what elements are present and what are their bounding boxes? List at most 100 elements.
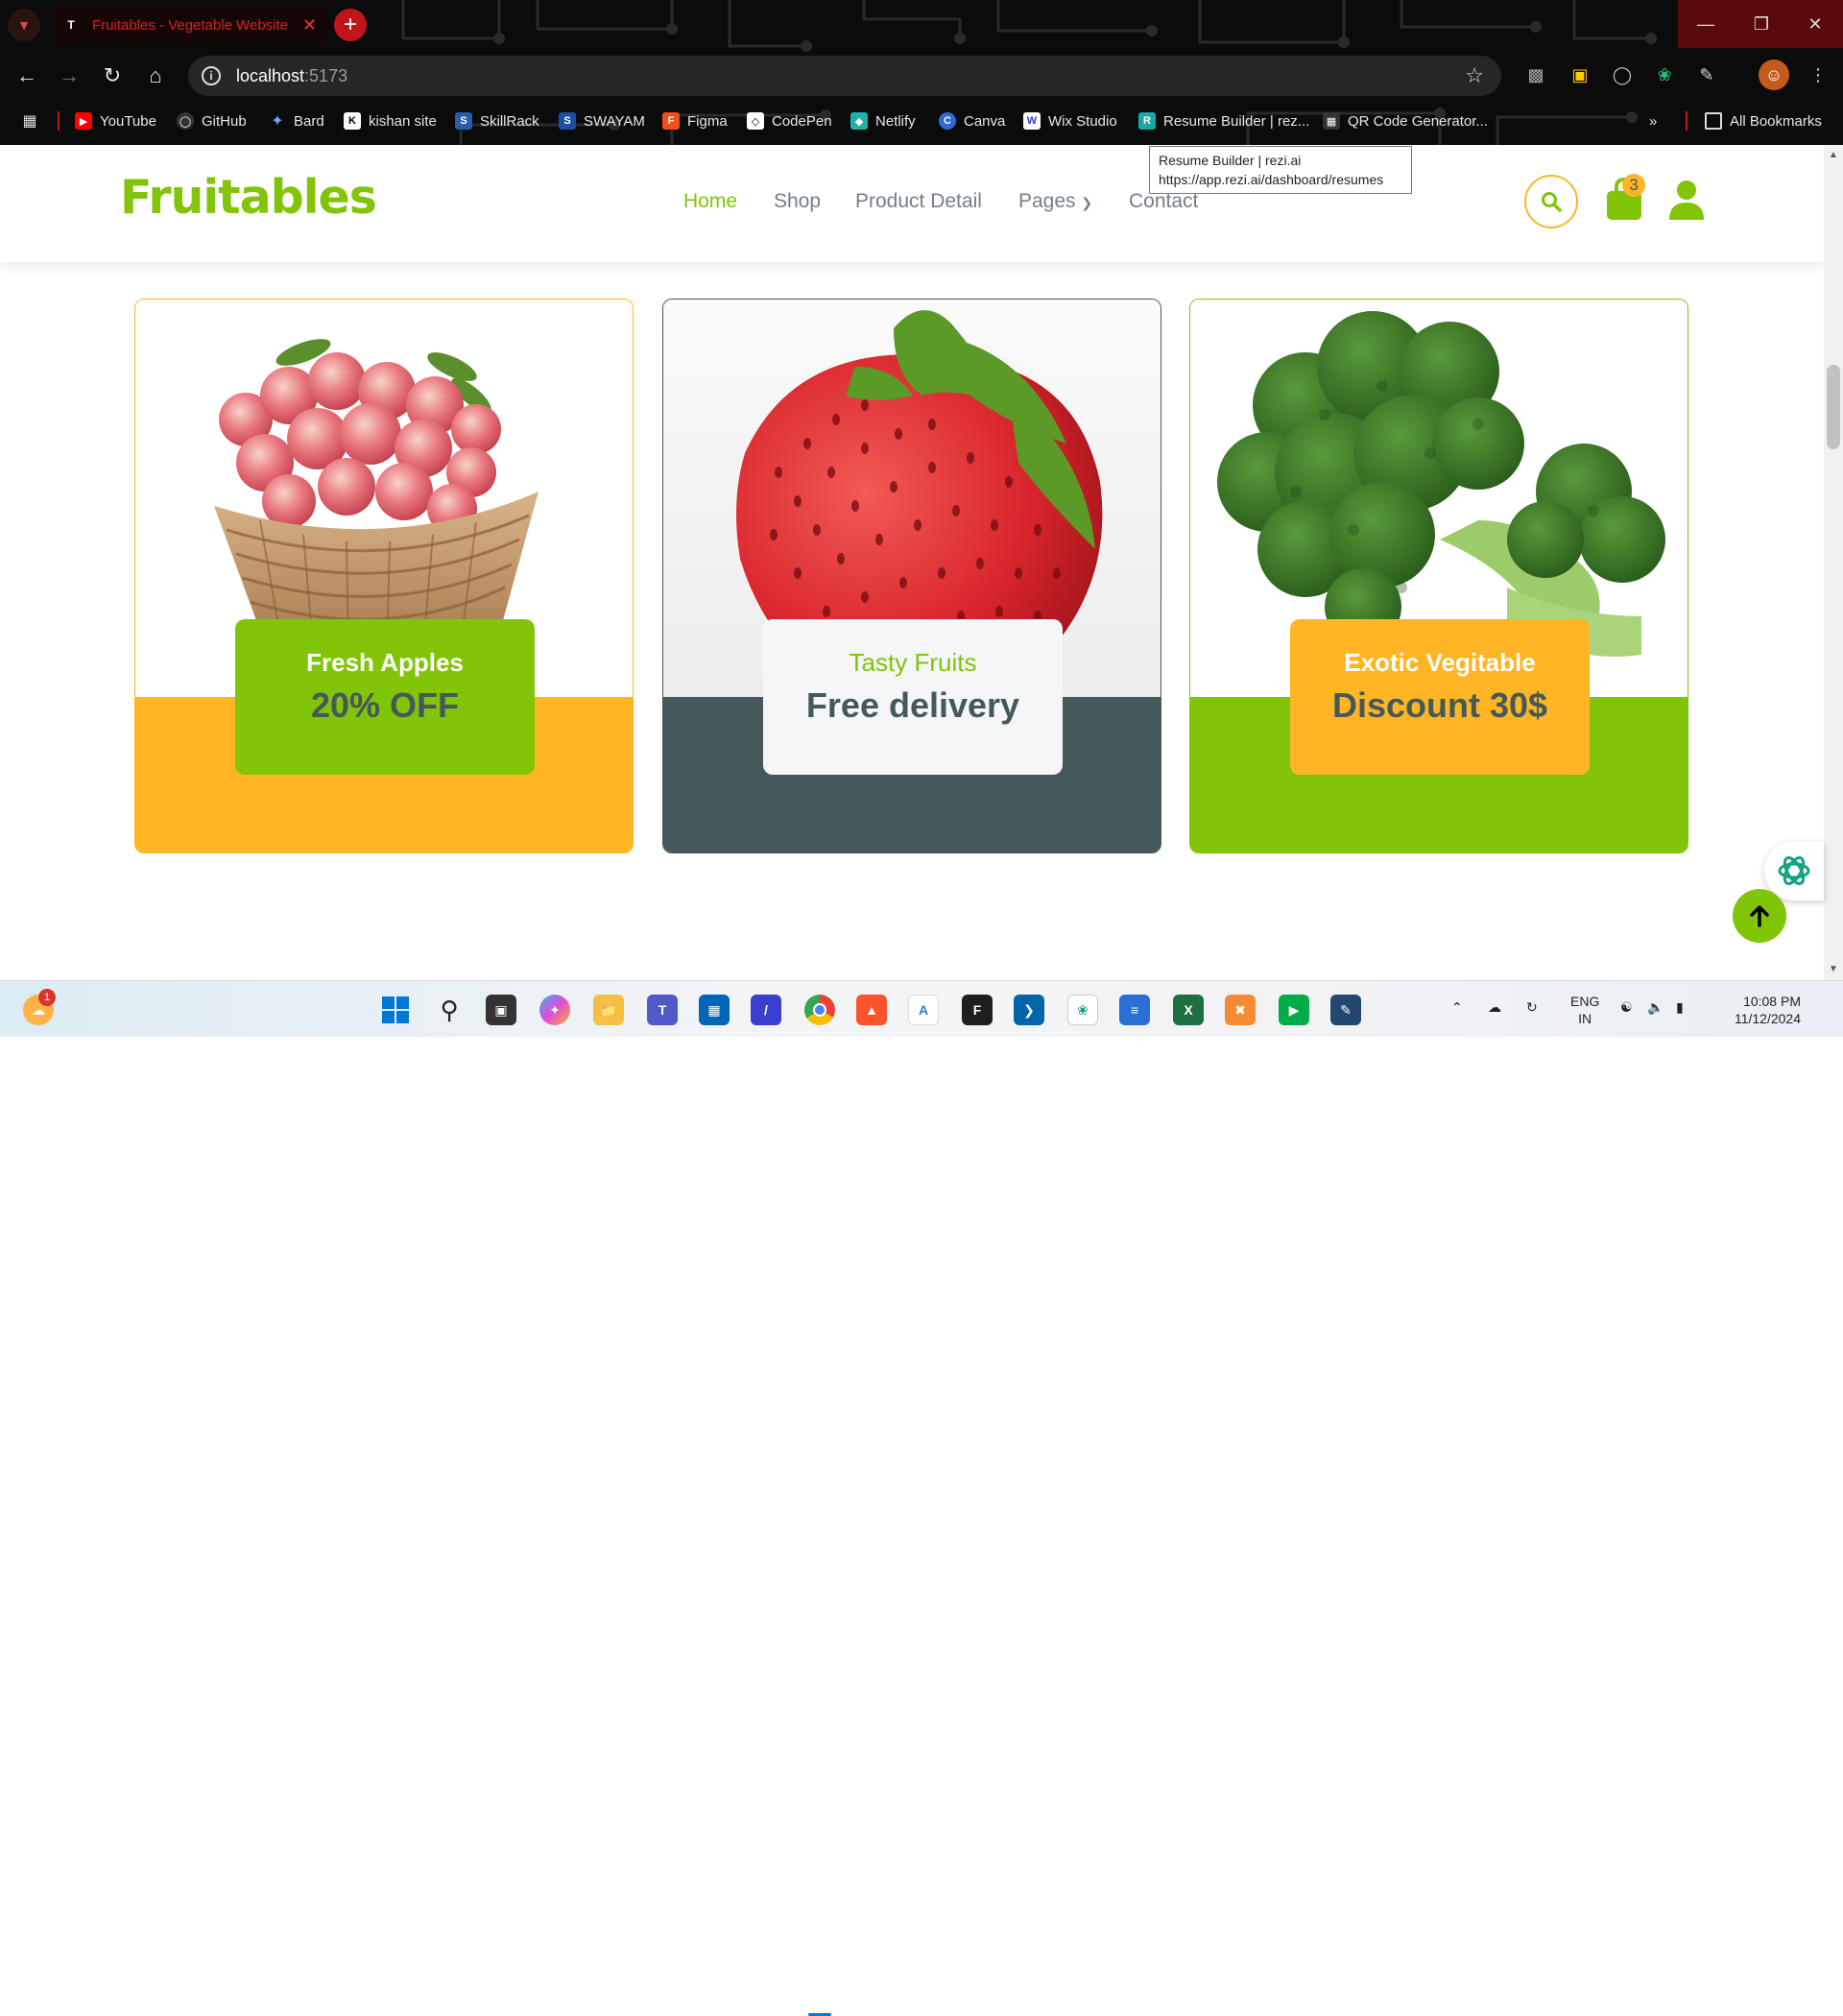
close-window-button[interactable]: ✕ (1787, 0, 1843, 48)
extension-icon[interactable]: ▩ (1522, 61, 1549, 88)
show-hidden-icons[interactable]: ⌃ (1451, 998, 1463, 1016)
forward-icon[interactable]: → (52, 59, 86, 93)
meet-icon[interactable]: ▶ (1279, 995, 1309, 1025)
notepad-icon[interactable]: ≡ (1119, 995, 1150, 1025)
task-view-icon[interactable]: ▣ (486, 995, 516, 1025)
banner-card[interactable]: Exotic Vegitable Discount 30$ (1189, 299, 1688, 853)
bookmark-kishan-site[interactable]: Kkishan site (344, 109, 437, 132)
banner-title: Fresh Apples (306, 648, 464, 677)
brave-icon[interactable]: ▲ (856, 995, 887, 1025)
search-button[interactable] (1524, 175, 1578, 228)
restore-button[interactable]: ❐ (1734, 0, 1789, 48)
microsoft-store-icon[interactable]: ▦ (699, 995, 730, 1025)
battery-icon[interactable]: ▮ (1676, 998, 1684, 1016)
bookmark-youtube[interactable]: ▶ YouTube (75, 109, 156, 132)
back-icon[interactable]: ← (10, 59, 44, 93)
banner-card[interactable]: Tasty Fruits Free delivery (662, 299, 1161, 853)
tab-title: Fruitables - Vegetable Website (92, 16, 289, 34)
banner-label: Tasty Fruits Free delivery (763, 619, 1063, 775)
more-bookmarks-icon[interactable]: » (1649, 109, 1657, 132)
scroll-up-arrow-icon[interactable]: ▲ (1829, 150, 1838, 160)
bookmark-tooltip: Resume Builder | rezi.ai https://app.rez… (1149, 146, 1412, 194)
bookmark-netlify[interactable]: ◆ Netlify (850, 109, 916, 132)
site-info-icon[interactable]: i (202, 66, 221, 85)
banner-card[interactable]: Fresh Apples 20% OFF (134, 299, 634, 853)
sync-icon[interactable]: ↻ (1526, 998, 1538, 1016)
user-icon[interactable] (1668, 180, 1705, 220)
search-icon (1542, 192, 1562, 212)
tab-active[interactable]: T Fruitables - Vegetable Website ✕ (54, 6, 326, 44)
app-icon[interactable]: / (751, 995, 781, 1025)
volume-icon[interactable]: 🔈 (1647, 998, 1663, 1016)
site-logo[interactable]: Fruitables (120, 170, 377, 225)
xampp-icon[interactable]: ✖ (1225, 995, 1256, 1025)
browser-chrome: ▼ T Fruitables - Vegetable Website ✕ + —… (0, 0, 1843, 145)
chatgpt-floating-button[interactable] (1764, 841, 1824, 900)
wifi-icon[interactable]: ☯ (1620, 998, 1633, 1016)
bookmark-codepen[interactable]: ◇ CodePen (747, 109, 832, 132)
page-viewport: Fresh Apples 20% OFF Tasty Fruits Free d… (0, 145, 1824, 980)
chevron-down-icon: ▼ (17, 17, 31, 33)
chevron-down-icon: ❯ (1081, 195, 1093, 210)
bookmark-canva[interactable]: C Canva (939, 109, 1005, 132)
bookmark-star-icon[interactable]: ☆ (1465, 63, 1484, 88)
bookmark-swayam[interactable]: S SWAYAM (559, 109, 645, 132)
file-explorer-icon[interactable]: 📁 (593, 995, 624, 1025)
address-bar[interactable]: i localhost:5173 ☆ (188, 56, 1501, 96)
chatgpt-extension-icon[interactable]: ❀ (1651, 61, 1678, 88)
nav-shop[interactable]: Shop (774, 190, 821, 213)
windows-start-icon[interactable] (380, 995, 411, 1025)
browser-menu-icon[interactable]: ⋮ (1805, 61, 1831, 88)
chatgpt-icon[interactable]: ❀ (1067, 995, 1098, 1025)
bookmark-skillrack[interactable]: S SkillRack (455, 109, 539, 132)
chatgpt-icon (1778, 856, 1810, 885)
scroll-down-arrow-icon[interactable]: ▼ (1829, 964, 1838, 974)
nav-pages[interactable]: Pages ❯ (1018, 190, 1092, 213)
bookmark-qr-code-generator[interactable]: ▦ QR Code Generator... (1323, 109, 1488, 132)
profile-avatar[interactable]: ☺ (1759, 60, 1789, 90)
nav-home[interactable]: Home (683, 190, 737, 213)
banner-label: Exotic Vegitable Discount 30$ (1290, 619, 1590, 775)
bookmark-wix-studio[interactable]: W Wix Studio (1023, 109, 1117, 132)
tab-strip: ▼ T Fruitables - Vegetable Website ✕ + —… (0, 0, 1843, 48)
chrome-icon[interactable] (804, 995, 835, 1025)
url-text[interactable]: localhost:5173 (236, 66, 347, 86)
close-tab-icon[interactable]: ✕ (302, 15, 317, 36)
teams-icon[interactable]: T (647, 995, 678, 1025)
bookmark-figma[interactable]: F Figma (662, 109, 728, 132)
scrollbar-thumb[interactable] (1827, 365, 1840, 449)
page-scrollbar[interactable] (1824, 145, 1843, 980)
app-icon[interactable]: A (908, 995, 939, 1025)
bookmark-divider (1686, 111, 1687, 131)
back-to-top-button[interactable] (1733, 889, 1786, 943)
language-indicator[interactable]: ENG IN (1570, 993, 1599, 1027)
excel-icon[interactable]: X (1173, 995, 1204, 1025)
search-icon[interactable]: ⚲ (434, 995, 465, 1025)
extension-icon[interactable]: ▣ (1567, 61, 1593, 88)
minimize-button[interactable]: — (1678, 0, 1734, 48)
bookmark-bard[interactable]: ✦ Bard (269, 109, 323, 132)
banner-subtitle: Free delivery (805, 685, 1020, 725)
nav-product-detail[interactable]: Product Detail (855, 190, 982, 213)
banner-subtitle: Discount 30$ (1331, 685, 1548, 725)
extensions-puzzle-icon[interactable]: ✎ (1693, 61, 1720, 88)
vscode-icon[interactable]: ❯ (1014, 995, 1044, 1025)
extension-icon[interactable]: ◯ (1609, 61, 1636, 88)
figma-icon[interactable]: F (962, 995, 993, 1025)
bookmark-resume-builder[interactable]: R Resume Builder | rez... (1138, 109, 1309, 132)
arrow-up-icon (1750, 905, 1769, 927)
apps-grid-icon[interactable]: ▦ (21, 109, 46, 132)
copilot-icon[interactable]: ✦ (539, 995, 570, 1025)
all-bookmarks-folder[interactable]: All Bookmarks (1705, 109, 1822, 132)
site-header: Fruitables Home Shop Product Detail Page… (0, 145, 1824, 262)
clock[interactable]: 10:08 PM 11/12/2024 (1714, 993, 1801, 1027)
home-icon[interactable]: ⌂ (138, 59, 173, 93)
sql-icon[interactable]: ✎ (1330, 995, 1361, 1025)
banner-title: Tasty Fruits (849, 648, 977, 677)
onedrive-icon[interactable]: ☁ (1488, 998, 1501, 1016)
bookmark-github[interactable]: ◯ GitHub (177, 109, 247, 132)
notification-badge: 1 (38, 989, 56, 1006)
reload-icon[interactable]: ↻ (95, 59, 130, 93)
tab-search-button[interactable]: ▼ (8, 9, 40, 41)
new-tab-button[interactable]: + (334, 9, 367, 41)
